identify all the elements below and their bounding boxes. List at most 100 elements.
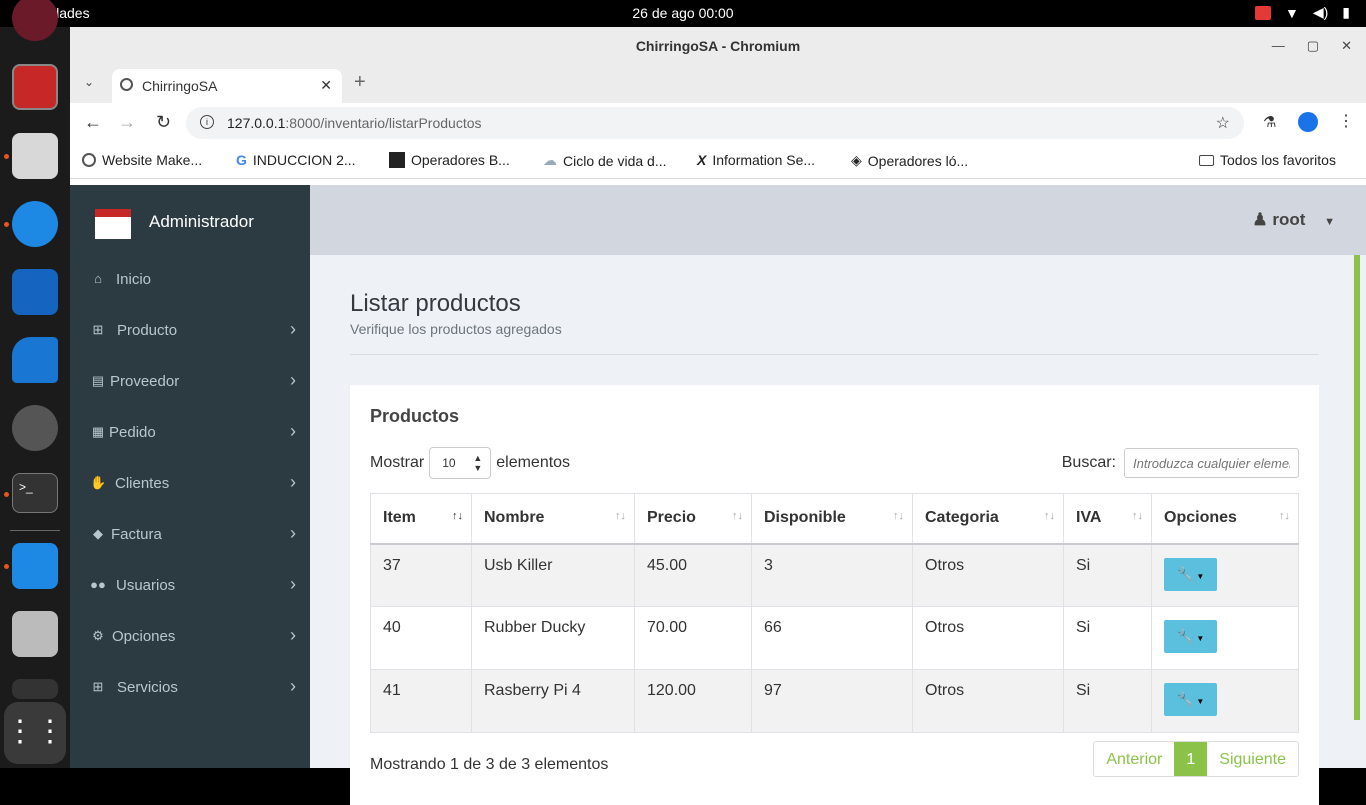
user-name: root [1272, 210, 1306, 229]
cell-categoria: Otros [912, 669, 1064, 733]
column-item[interactable]: Item ↑↓ [370, 493, 472, 545]
sidebar-item-servicios[interactable]: ⊞ Servicios › [70, 664, 310, 714]
reload-icon[interactable]: ↻ [156, 112, 171, 133]
search-input[interactable] [1124, 448, 1299, 478]
window-title: ChirringoSA - Chromium [635, 38, 801, 54]
url-path: :8000/inventario/listarProductos [285, 115, 482, 131]
stepper-icon: ▲ ▼ [473, 453, 483, 473]
caret-down-icon: ▼ [1324, 216, 1335, 228]
site-info-icon[interactable]: i [200, 115, 214, 129]
vscode-icon[interactable] [12, 543, 58, 589]
cell-disponible: 66 [751, 606, 913, 670]
labs-icon[interactable]: ⚗ [1263, 113, 1276, 131]
star-icon[interactable]: ☆ [1216, 113, 1230, 133]
terminal-red-icon[interactable] [12, 64, 58, 110]
sidebar-item-pedido[interactable]: ▦ Pedido › [70, 409, 310, 459]
show-label: Mostrar [370, 454, 425, 471]
tab-strip: ⌄ ChirringoSA ✕ + [70, 65, 1366, 103]
chevron-right-icon: › [290, 370, 296, 390]
bookmark-4[interactable]: ☁ Ciclo de vida d... [543, 152, 667, 169]
new-tab-icon[interactable]: + [354, 71, 366, 94]
cell-nombre: Rubber Ducky [471, 606, 635, 670]
all-bookmarks[interactable]: Todos los favoritos [1199, 152, 1336, 168]
address-bar[interactable]: i 127.0.0.1:8000/inventario/listarProduc… [186, 107, 1244, 139]
chromium-icon[interactable] [12, 201, 58, 247]
bookmark-5[interactable]: X Information Se... [697, 152, 815, 168]
forward-icon[interactable]: → [118, 112, 136, 133]
column-opciones[interactable]: Opciones ↑↓ [1151, 493, 1299, 545]
options-dropdown-button[interactable]: 🔧 ▼ [1164, 683, 1217, 716]
bookmark-6[interactable]: ◈ Operadores ló... [851, 152, 968, 169]
maximize-icon[interactable]: ▢ [1307, 27, 1319, 65]
window-titlebar[interactable]: ChirringoSA - Chromium — ▢ ✕ [70, 27, 1366, 65]
menu-icon[interactable]: ⋮ [1338, 111, 1354, 131]
files-icon[interactable] [12, 133, 58, 179]
wireshark-icon[interactable] [12, 337, 58, 383]
search-label: Buscar: [1061, 454, 1116, 471]
page-scrollbar[interactable] [1354, 255, 1360, 720]
bookmark-2[interactable]: G INDUCCION 2... [236, 152, 356, 168]
cell-precio: 120.00 [634, 669, 752, 733]
sidebar-item-factura[interactable]: ◆ Factura › [70, 511, 310, 561]
sidebar-item-opciones[interactable]: ⚙ Opciones › [70, 613, 310, 663]
app-header: ♟ root ▼ [310, 185, 1366, 255]
column-precio[interactable]: Precio ↑↓ [634, 493, 752, 545]
sidebar-item-usuarios[interactable]: ●● Usuarios › [70, 562, 310, 612]
pagination-next[interactable]: Siguiente [1207, 742, 1298, 776]
sort-icon: ↑↓ [1279, 510, 1290, 522]
terminal-icon[interactable]: >_ [12, 473, 58, 513]
gimp-icon[interactable] [12, 405, 58, 451]
sidebar-item-inicio[interactable]: ⌂ Inicio [70, 256, 310, 306]
battery-icon: ▮ [1342, 4, 1350, 20]
close-tab-icon[interactable]: ✕ [320, 77, 332, 94]
bookmark-3[interactable]: Operadores B... [389, 152, 510, 168]
table-info: Mostrando 1 de 3 de 3 elementos [370, 756, 609, 773]
site-icon [389, 152, 405, 168]
cell-opciones: 🔧 ▼ [1151, 606, 1299, 670]
tab-list-icon[interactable]: ⌄ [84, 75, 94, 89]
sidebar-item-clientes[interactable]: ✋ Clientes › [70, 460, 310, 510]
sidebar: Administrador ⌂ Inicio ⊞ Producto › ▤ Provee… [70, 185, 310, 768]
back-icon[interactable]: ← [84, 112, 102, 133]
browser-tab[interactable]: ChirringoSA ✕ [112, 69, 342, 103]
disk-icon[interactable] [12, 611, 58, 657]
system-tray[interactable]: ▼ ◀) ▮ [1254, 4, 1350, 21]
record-icon[interactable] [1254, 5, 1271, 20]
sidebar-item-proveedor[interactable]: ▤ Proveedor › [70, 358, 310, 408]
products-table: Item ↑↓ Nombre ↑↓ Precio ↑↓ Disponible ↑↓ Ca… [370, 493, 1299, 733]
users-icon: ●● [90, 577, 106, 592]
caret-down-icon: ▼ [1194, 697, 1205, 706]
pagination-prev[interactable]: Anterior [1094, 742, 1175, 776]
globe-icon [82, 153, 96, 167]
url-host: 127.0.0.1 [227, 115, 286, 131]
sidebar-brand[interactable]: Administrador [70, 185, 310, 255]
cell-iva: Si [1063, 543, 1152, 607]
home-icon: ⌂ [94, 271, 102, 286]
writer-icon[interactable] [12, 269, 58, 315]
close-window-icon[interactable]: ✕ [1341, 27, 1352, 65]
wrench-icon: 🔧 [1176, 565, 1195, 582]
main-content: Listar productos Verifique los productos… [310, 255, 1360, 805]
sidebar-item-producto[interactable]: ⊞ Producto › [70, 307, 310, 357]
sort-icon: ↑↓ [732, 510, 743, 522]
cell-item: 41 [370, 669, 472, 733]
column-disponible[interactable]: Disponible ↑↓ [751, 493, 913, 545]
column-categoria[interactable]: Categoria ↑↓ [912, 493, 1064, 545]
page-length-select[interactable]: 10 ▲ ▼ [429, 447, 492, 479]
book-icon: ▤ [91, 373, 105, 388]
column-iva[interactable]: IVA ↑↓ [1063, 493, 1152, 545]
options-dropdown-button[interactable]: 🔧 ▼ [1164, 620, 1217, 653]
column-nombre[interactable]: Nombre ↑↓ [471, 493, 635, 545]
options-dropdown-button[interactable]: 🔧 ▼ [1164, 557, 1217, 591]
user-menu[interactable]: ♟ root ▼ [1252, 210, 1335, 230]
minimize-icon[interactable]: — [1272, 27, 1285, 65]
show-apps-icon[interactable]: ⋮⋮ [4, 702, 66, 764]
profile-icon[interactable] [1298, 112, 1318, 132]
bookmark-1[interactable]: Website Make... [82, 152, 202, 168]
products-card: Productos Mostrar 10 ▲ ▼ elementos Buscar… [350, 385, 1319, 805]
dock-app-icon[interactable] [12, 679, 58, 699]
pagination-page-1[interactable]: 1 [1174, 742, 1208, 776]
basket-icon: ⊞ [92, 679, 104, 694]
dock-app-top-icon[interactable] [12, 0, 58, 41]
clock[interactable]: 26 de ago 00:00 [0, 5, 1366, 21]
